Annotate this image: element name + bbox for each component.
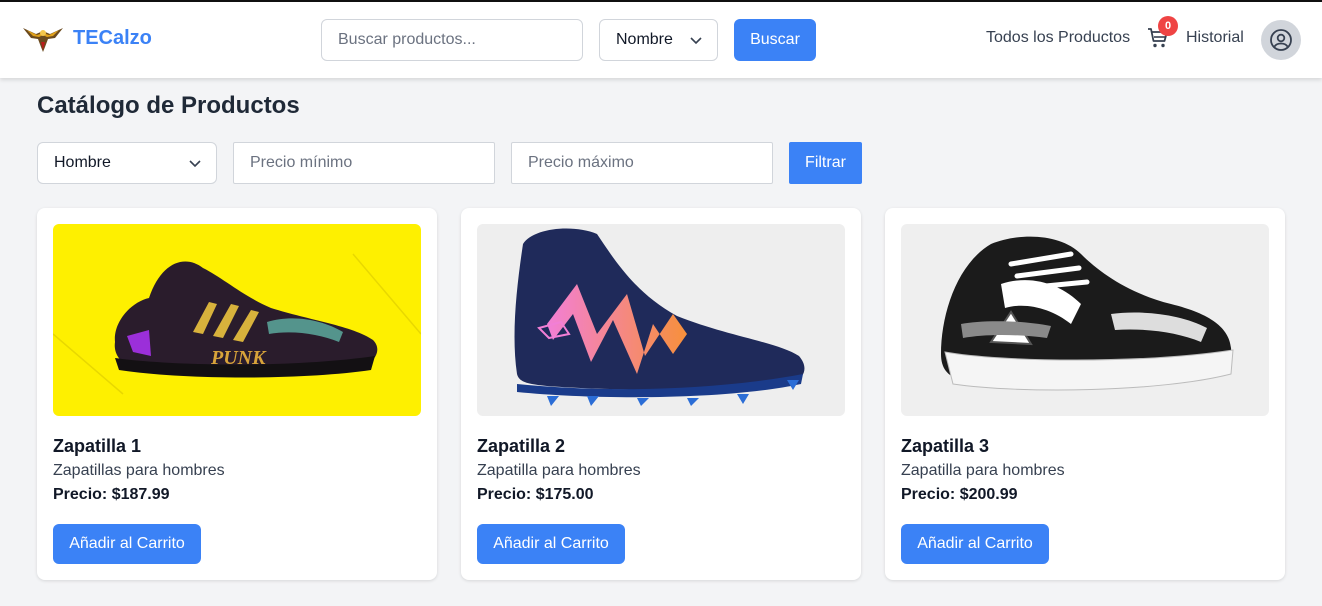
product-image: PUNK xyxy=(53,224,421,416)
chevron-down-icon xyxy=(690,37,702,45)
bird-logo-icon xyxy=(23,28,63,52)
product-description: Zapatilla para hombres xyxy=(901,462,1065,479)
product-image xyxy=(477,224,845,416)
min-price-input[interactable] xyxy=(233,142,495,184)
category-value: Hombre xyxy=(54,154,111,171)
page-title: Catálogo de Productos xyxy=(37,92,300,119)
search-type-select[interactable]: Nombre xyxy=(599,19,718,61)
filter-button[interactable]: Filtrar xyxy=(789,142,862,184)
product-card: Zapatilla 3 Zapatilla para hombres Preci… xyxy=(885,208,1285,580)
user-circle-icon xyxy=(1270,29,1292,51)
search-input[interactable] xyxy=(321,19,583,61)
max-price-input[interactable] xyxy=(511,142,773,184)
product-price: Precio: $200.99 xyxy=(901,486,1018,503)
add-to-cart-button[interactable]: Añadir al Carrito xyxy=(901,524,1049,564)
brand-name: TECalzo xyxy=(73,26,152,49)
search-button[interactable]: Buscar xyxy=(734,19,816,61)
svg-text:PUNK: PUNK xyxy=(210,347,267,369)
add-to-cart-button[interactable]: Añadir al Carrito xyxy=(53,524,201,564)
product-name: Zapatilla 2 xyxy=(477,436,566,456)
cart-count-badge: 0 xyxy=(1158,16,1178,36)
nav-all-products[interactable]: Todos los Productos xyxy=(986,29,1130,47)
product-name: Zapatilla 1 xyxy=(53,436,142,456)
add-to-cart-button[interactable]: Añadir al Carrito xyxy=(477,524,625,564)
brand-logo[interactable]: TECalzo xyxy=(22,22,152,54)
product-image xyxy=(901,224,1269,416)
product-card: Zapatilla 2 Zapatilla para hombres Preci… xyxy=(461,208,861,580)
user-avatar[interactable] xyxy=(1261,20,1301,60)
navbar: TECalzo Nombre Buscar Todos los Producto… xyxy=(0,2,1322,78)
search-type-value: Nombre xyxy=(616,31,673,48)
product-price: Precio: $175.00 xyxy=(477,486,594,503)
nav-history[interactable]: Historial xyxy=(1186,29,1244,47)
product-description: Zapatilla para hombres xyxy=(477,462,641,479)
category-select[interactable]: Hombre xyxy=(37,142,217,184)
product-price: Precio: $187.99 xyxy=(53,486,170,503)
product-name: Zapatilla 3 xyxy=(901,436,990,456)
chevron-down-icon xyxy=(189,160,201,168)
product-description: Zapatillas para hombres xyxy=(53,462,225,479)
product-card: PUNK Zapatilla 1 Zapatillas para hombres… xyxy=(37,208,437,580)
